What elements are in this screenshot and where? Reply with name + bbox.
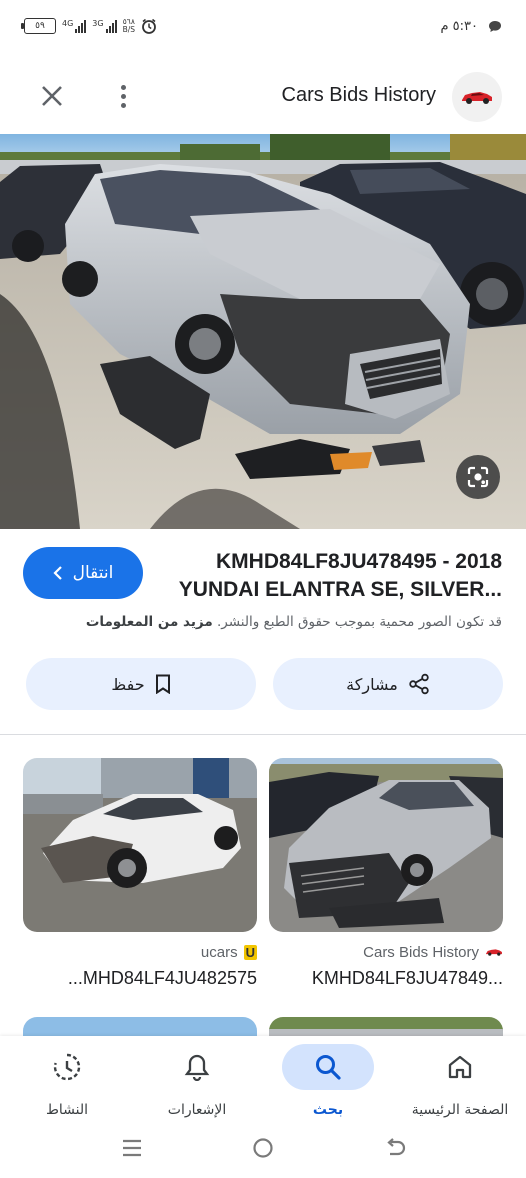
nav-search-label: بحث [312, 1102, 344, 1118]
nav-notifications-label: الإشعارات [167, 1102, 227, 1118]
status-indicators: ٥٩ 4G 3G ٥٦٨ B/S [21, 18, 157, 34]
search-icon [316, 1055, 341, 1080]
nav-home-pill [414, 1044, 506, 1090]
alarm-icon [142, 18, 156, 34]
recent-apps-icon [123, 1139, 141, 1157]
site-logo [452, 72, 502, 122]
related-source-name: ucars [200, 943, 238, 961]
close-button[interactable] [36, 80, 68, 112]
signal-4g-icon: 4G [62, 18, 87, 33]
nav-search[interactable]: بحث [268, 1044, 388, 1134]
status-time: ٥:٣٠ م [440, 19, 478, 34]
visit-button-label: انتقال [72, 563, 114, 583]
circle-home-icon [253, 1138, 273, 1158]
chevron-left-icon [53, 566, 62, 580]
nav-activity-pill [21, 1044, 113, 1090]
nav-activity[interactable]: النشاط [7, 1044, 127, 1134]
bell-icon [184, 1054, 210, 1081]
share-button-label: مشاركة [346, 674, 398, 694]
nav-home-label: الصفحة الرئيسية [411, 1102, 509, 1118]
battery-icon: ٥٩ [21, 18, 56, 34]
copyright-text: قد تكون الصور محمية بموجب حقوق الطبع وال… [216, 614, 502, 630]
lens-icon [467, 466, 489, 488]
lens-search-button[interactable] [456, 455, 500, 499]
save-button[interactable]: حفظ [26, 658, 256, 710]
recent-apps-button[interactable] [112, 1134, 152, 1162]
related-result-card[interactable]: ucars U ...MHD84LF4JU482575 [23, 758, 257, 989]
visit-button[interactable]: انتقال [23, 547, 143, 599]
more-options-button[interactable] [108, 80, 138, 112]
home-icon [448, 1055, 472, 1079]
history-icon [53, 1053, 81, 1081]
chat-bubble-icon [489, 21, 501, 32]
related-title[interactable]: KMHD84LF8JU47849... [269, 968, 503, 989]
related-thumbnail[interactable] [269, 758, 503, 932]
related-title[interactable]: ...MHD84LF4JU482575 [23, 968, 257, 989]
related-source: Cars Bids History [269, 942, 503, 962]
system-navigation [0, 1130, 526, 1166]
back-arrow-icon [387, 1138, 406, 1156]
copyright-notice: قد تكون الصور محمية بموجب حقوق الطبع وال… [22, 614, 502, 630]
save-button-label: حفظ [111, 674, 145, 694]
nav-notifications[interactable]: الإشعارات [137, 1044, 257, 1134]
red-car-logo-icon [462, 92, 492, 104]
nav-notifications-pill [151, 1044, 243, 1090]
battery-level: ٥٩ [35, 21, 45, 31]
main-result-image[interactable] [0, 134, 526, 529]
related-source-name: Cars Bids History [363, 943, 479, 961]
related-result-card[interactable]: Cars Bids History KMHD84LF8JU47849... [269, 758, 503, 989]
back-system-button[interactable] [375, 1134, 415, 1162]
section-divider [0, 734, 526, 735]
status-bar: ٥٩ 4G 3G ٥٦٨ B/S ٥:٣٠ م [0, 0, 526, 58]
more-vert-icon [120, 84, 126, 90]
network-3g-label: 3G [92, 18, 104, 28]
close-icon [42, 86, 62, 106]
ucars-logo-icon: U [243, 944, 257, 960]
silver-car-photo [269, 758, 503, 932]
home-system-button[interactable] [243, 1134, 283, 1162]
result-title[interactable]: KMHD84LF8JU478495 - 2018 ...YUNDAI ELANT… [172, 548, 502, 604]
bookmark-icon [155, 674, 170, 694]
more-info-link[interactable]: مزيد من المعلومات [86, 614, 213, 630]
share-button[interactable]: مشاركة [273, 658, 503, 710]
nav-search-pill [282, 1044, 374, 1090]
network-4g-label: 4G [62, 18, 74, 28]
related-source: ucars U [23, 942, 257, 962]
result-title-line1: KMHD84LF8JU478495 - 2018 [216, 550, 502, 573]
network-speed-unit: B/S [122, 25, 136, 34]
related-thumbnail[interactable] [23, 758, 257, 932]
white-car-photo [23, 758, 257, 932]
nav-activity-label: النشاط [45, 1102, 89, 1118]
red-car-logo-icon [486, 949, 502, 956]
status-time-group: ٥:٣٠ م [440, 19, 502, 34]
share-icon [409, 673, 429, 695]
header: Cars Bids History [0, 58, 526, 134]
damaged-silver-car-photo [0, 134, 526, 529]
site-title[interactable]: Cars Bids History [282, 84, 436, 107]
nav-home[interactable]: الصفحة الرئيسية [400, 1044, 520, 1134]
signal-3g-icon: 3G [92, 18, 117, 33]
network-speed: ٥٦٨ B/S [123, 18, 135, 34]
result-title-line2: ...YUNDAI ELANTRA SE, SILVER [178, 578, 502, 601]
